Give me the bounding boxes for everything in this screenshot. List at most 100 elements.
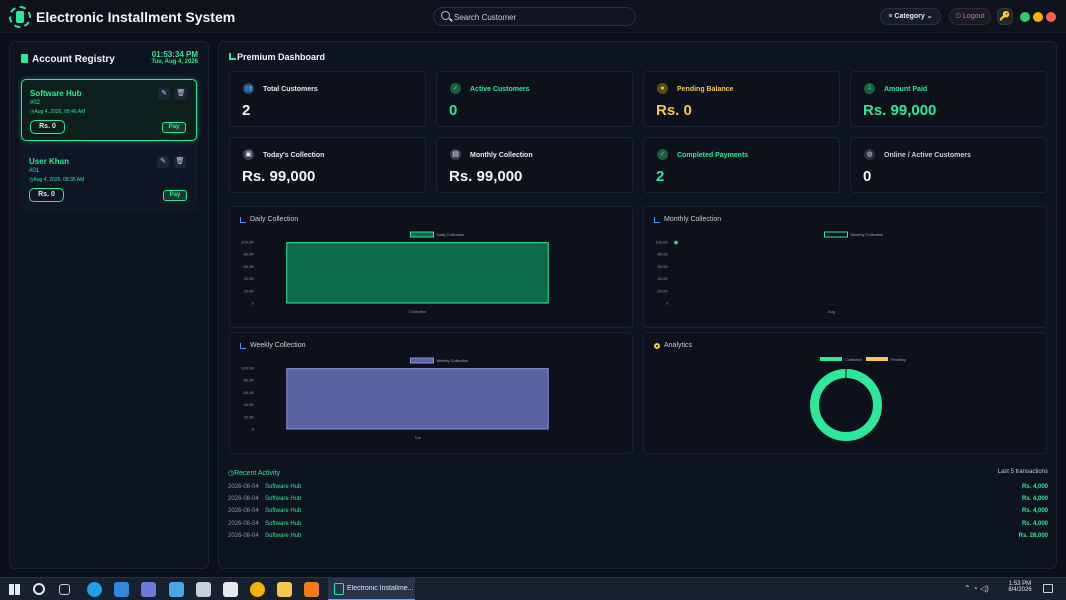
chart-bar-icon <box>229 53 236 60</box>
app-title: Electronic Installment System <box>36 9 236 25</box>
legend-swatch <box>410 357 434 364</box>
taskbar: Electronic Installme... ⌃ ◔ ◁) 1:53 PM 8… <box>0 577 1066 600</box>
stat-value: Rs. 0 <box>656 102 692 119</box>
legend-label: Pending <box>891 357 906 362</box>
delete-icon[interactable]: 🗑 <box>175 88 187 100</box>
clock-date: Tue, Aug 4, 2026 <box>151 59 198 65</box>
app-icon[interactable] <box>141 582 156 597</box>
pay-button[interactable]: Pay <box>163 190 187 201</box>
y-tick-label: 60.0K <box>244 264 255 269</box>
window-dot-yellow[interactable] <box>1033 12 1043 22</box>
bar <box>286 242 549 304</box>
cloud-icon[interactable] <box>196 582 211 597</box>
taskbar-active-window[interactable]: Electronic Installme... <box>328 578 415 600</box>
recent-activity-title: ◷Recent Activity <box>228 470 281 477</box>
legend-label: Collected <box>845 357 862 362</box>
account-number: #01 <box>29 168 40 174</box>
registry-icon <box>21 54 28 63</box>
search-box[interactable] <box>433 7 636 26</box>
app-window-icon <box>334 583 344 595</box>
account-registry-panel: Account Registry 01:53:34 PM Tue, Aug 4,… <box>9 41 209 569</box>
activity-row[interactable]: 2026-08-04 Software Hub Rs. 4,000 <box>228 521 1048 531</box>
chrome-icon[interactable] <box>250 582 265 597</box>
notification-icon[interactable] <box>1043 584 1053 593</box>
account-name: User Khan <box>29 157 70 166</box>
category-button[interactable]: ≡ Category ⌄ <box>880 8 941 25</box>
activity-row[interactable]: 2026-08-04 Software Hub Rs. 4,000 <box>228 508 1048 518</box>
legend-swatch <box>866 357 888 361</box>
search-icon[interactable] <box>33 583 45 595</box>
bar <box>286 368 549 430</box>
y-tick-label: 0 <box>252 427 255 432</box>
stat-card: ◍ Online / Active Customers 0 <box>850 137 1047 193</box>
stat-label: Online / Active Customers <box>884 152 971 159</box>
activity-amount: Rs. 4,000 <box>1021 484 1048 490</box>
calendar-day-icon: ▣ <box>243 149 254 160</box>
y-tick-label: 0 <box>252 301 255 306</box>
account-card[interactable]: Software Hub #02 ◷Aug 4, 2026, 08:46 AM … <box>21 79 197 141</box>
search-input[interactable] <box>454 10 629 24</box>
legend-swatch <box>824 231 848 238</box>
y-tick-label: 80.0K <box>244 252 255 257</box>
activity-row[interactable]: 2026-08-04 Software Hub Rs. 4,000 <box>228 484 1048 494</box>
user-check-icon: ✓ <box>450 83 461 94</box>
stat-label: Active Customers <box>470 86 530 93</box>
users-icon: 👥 <box>243 83 254 94</box>
legend-swatch <box>410 231 434 238</box>
stat-value: 0 <box>449 102 458 119</box>
activity-row[interactable]: 2026-08-04 Software Hub Rs. 4,000 <box>228 496 1048 506</box>
edit-icon[interactable]: ✎ <box>158 88 170 100</box>
stat-value: 0 <box>863 168 872 185</box>
task-view-icon[interactable] <box>59 584 70 595</box>
monthly-collection-chart: Monthly Collection 100.0K 80.0K 60.0K 40.0K 2… <box>655 231 883 314</box>
check-circle-icon: ✓ <box>657 149 668 160</box>
account-balance: Rs. 0 <box>29 188 64 202</box>
x-tick-label: Collection <box>409 309 427 314</box>
account-timestamp: ◷Aug 4, 2026, 08:46 AM <box>30 109 86 115</box>
stat-label: Pending Balance <box>677 86 734 93</box>
stat-value: Rs. 99,000 <box>863 102 937 119</box>
activity-row[interactable]: 2026-08-04 Software Hub Rs. 28,000 <box>228 533 1048 543</box>
account-card[interactable]: User Khan #01 ◷Aug 4, 2026, 08:35 AM ✎ 🗑… <box>21 148 197 210</box>
analytics-panel: Analytics Collected Pending <box>643 332 1047 454</box>
clock-time: 01:53:34 PM <box>151 50 198 59</box>
y-tick-label: 60.0K <box>244 390 255 395</box>
y-tick-label: 40.0K <box>244 402 255 407</box>
recent-activity: ◷Recent Activity Last 5 transactions 202… <box>228 467 1048 567</box>
window-dot-red[interactable] <box>1046 12 1056 22</box>
dashboard-panel: Premium Dashboard 👥 Total Customers 2 ✓ Acti… <box>218 41 1057 569</box>
stat-value: Rs. 99,000 <box>242 168 316 185</box>
stat-card: ● Pending Balance Rs. 0 <box>643 71 840 127</box>
stat-label: Amount Paid <box>884 86 928 93</box>
y-tick-label: 60.0K <box>658 264 669 269</box>
delete-icon[interactable]: 🗑 <box>174 156 186 168</box>
account-timestamp: ◷Aug 4, 2026, 08:35 AM <box>29 177 85 183</box>
edit-icon[interactable]: ✎ <box>157 156 169 168</box>
vlc-icon[interactable] <box>304 582 319 597</box>
stat-card: 👥 Total Customers 2 <box>229 71 426 127</box>
weekly-collection-panel: Weekly Collection Weekly Collection 100.0… <box>229 332 633 454</box>
y-tick-label: 100.0K <box>241 366 254 371</box>
globe-icon: ◍ <box>864 149 875 160</box>
window-dot-green[interactable] <box>1020 12 1030 22</box>
activity-date: 2026-08-04 <box>228 520 259 527</box>
stat-label: Completed Payments <box>677 152 749 159</box>
y-tick-label: 40.0K <box>658 276 669 281</box>
activity-name: Software Hub <box>265 520 302 527</box>
folder-icon[interactable] <box>277 582 292 597</box>
edge-icon[interactable] <box>87 582 102 597</box>
weekly-collection-chart: Weekly Collection 100.0K 80.0K 60.0K 40.0K 20… <box>241 357 549 440</box>
tray-icons[interactable]: ⌃ ◔ ◁) <box>964 584 989 593</box>
windows-start-icon[interactable] <box>7 582 22 597</box>
store-icon[interactable] <box>169 582 184 597</box>
key-icon[interactable]: 🔑 <box>997 8 1013 25</box>
stat-card: ▣ Today's Collection Rs. 99,000 <box>229 137 426 193</box>
logout-button[interactable]: ⎋ Logout <box>949 8 991 25</box>
activity-date: 2026-08-04 <box>228 532 259 539</box>
taskbar-clock[interactable]: 1:53 PM 8/4/2026 <box>1005 581 1035 593</box>
pie-slice <box>810 369 882 441</box>
app2-icon[interactable] <box>223 582 238 597</box>
activity-name: Software Hub <box>265 484 302 490</box>
vscode-icon[interactable] <box>114 582 129 597</box>
pay-button[interactable]: Pay <box>162 122 186 133</box>
